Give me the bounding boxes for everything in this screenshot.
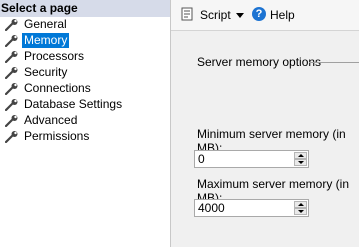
- section-divider: [309, 62, 359, 63]
- min-memory-value[interactable]: 0: [198, 152, 205, 167]
- wrench-icon: [5, 83, 18, 95]
- page-item-label: Advanced: [24, 113, 78, 127]
- wrench-icon: [5, 51, 18, 63]
- decrement-button[interactable]: [294, 159, 307, 166]
- toolbar: Script ? Help: [171, 0, 359, 31]
- wrench-icon: [5, 19, 18, 31]
- page-item-connections[interactable]: Connections: [0, 81, 170, 97]
- page-item-advanced[interactable]: Advanced: [0, 113, 170, 129]
- help-icon[interactable]: ?: [252, 7, 266, 21]
- settings-pane: Script ? Help Server memory options Mini…: [171, 0, 359, 247]
- spin-buttons: [294, 201, 307, 215]
- script-icon[interactable]: [181, 7, 195, 21]
- page-item-label: Connections: [24, 81, 91, 95]
- section-title: Server memory options: [197, 55, 322, 69]
- page-item-label: Processors: [24, 49, 85, 63]
- page-item-label: Security: [24, 65, 68, 79]
- max-memory-stepper[interactable]: 4000: [194, 199, 309, 217]
- wrench-icon: [5, 35, 18, 47]
- page-item-label: Database Settings: [24, 97, 123, 111]
- page-item-processors[interactable]: Processors: [0, 49, 170, 65]
- decrement-button[interactable]: [294, 208, 307, 215]
- min-memory-stepper[interactable]: 0: [194, 150, 309, 168]
- script-dropdown-arrow-icon[interactable]: [236, 13, 244, 18]
- page-item-general[interactable]: General: [0, 17, 170, 33]
- max-memory-value[interactable]: 4000: [198, 201, 225, 216]
- wrench-icon: [5, 67, 18, 79]
- increment-button[interactable]: [294, 201, 307, 208]
- page-item-label: Permissions: [24, 129, 90, 143]
- script-button[interactable]: Script: [200, 8, 231, 22]
- page-list: General Memory Processors Security Conne…: [0, 17, 170, 145]
- page-item-label: General: [24, 17, 67, 31]
- page-item-permissions[interactable]: Permissions: [0, 129, 170, 145]
- wrench-icon: [5, 115, 18, 127]
- increment-button[interactable]: [294, 152, 307, 159]
- page-selector-pane: Select a page General Memory Processors …: [0, 0, 170, 247]
- spin-buttons: [294, 152, 307, 166]
- page-item-memory[interactable]: Memory: [0, 33, 170, 49]
- page-item-label: Memory: [22, 33, 70, 48]
- help-button[interactable]: Help: [270, 8, 295, 22]
- page-selector-header: Select a page: [0, 0, 170, 17]
- page-item-database-settings[interactable]: Database Settings: [0, 97, 170, 113]
- wrench-icon: [5, 131, 18, 143]
- page-item-security[interactable]: Security: [0, 65, 170, 81]
- wrench-icon: [5, 99, 18, 111]
